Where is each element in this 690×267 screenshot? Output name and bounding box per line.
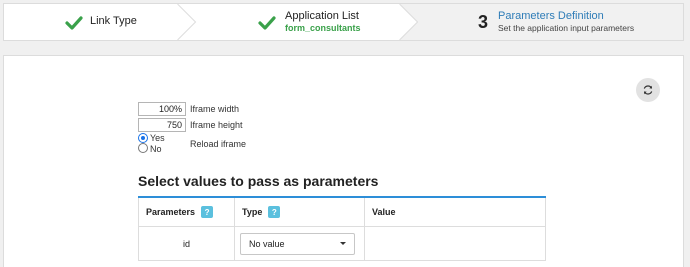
iframe-width-label: Iframe width (190, 104, 240, 114)
table-row: id No value (138, 227, 546, 261)
reload-iframe-label: Reload iframe (190, 139, 247, 149)
help-icon[interactable]: ? (201, 206, 214, 218)
step-separator-icon (399, 4, 419, 40)
step-application-list-sublabel: form_consultants (285, 23, 361, 33)
reload-no-radio[interactable] (138, 143, 148, 153)
iframe-width-input[interactable] (138, 102, 186, 116)
step-application-list-label: Application List (285, 10, 359, 22)
chevron-down-icon (340, 242, 346, 245)
header-type-label: Type (242, 207, 263, 217)
param-name-cell: id (139, 227, 235, 260)
help-icon[interactable]: ? (268, 206, 281, 218)
refresh-button[interactable] (636, 78, 660, 102)
table-header-row: Parameters ? Type ? Value (138, 198, 546, 227)
header-type: Type ? (235, 198, 365, 226)
header-value: Value (365, 198, 545, 226)
param-value-cell[interactable] (365, 227, 545, 260)
params-section-title: Select values to pass as parameters (138, 173, 379, 189)
step-parameters-subtitle: Set the application input parameters (498, 23, 635, 33)
header-parameters: Parameters ? (139, 198, 235, 226)
iframe-height-label: Iframe height (190, 120, 243, 130)
reload-no-label: No (150, 144, 162, 154)
param-type-cell: No value (235, 227, 365, 260)
iframe-height-input[interactable] (138, 118, 186, 132)
param-type-select[interactable]: No value (240, 233, 355, 255)
header-parameters-label: Parameters (146, 207, 196, 217)
step-link-type-label: Link Type (90, 15, 137, 27)
param-type-value: No value (249, 239, 285, 249)
step-number: 3 (478, 12, 489, 32)
reload-yes-radio[interactable] (138, 133, 148, 143)
step-separator-icon (177, 4, 197, 40)
check-icon (65, 16, 83, 30)
check-icon (258, 16, 276, 30)
reload-yes-label: Yes (150, 133, 165, 143)
refresh-icon (643, 85, 653, 95)
header-value-label: Value (372, 207, 396, 217)
step-parameters-title: Parameters Definition (498, 10, 604, 22)
params-table: Parameters ? Type ? Value id No value (138, 196, 546, 261)
param-name: id (182, 238, 190, 249)
